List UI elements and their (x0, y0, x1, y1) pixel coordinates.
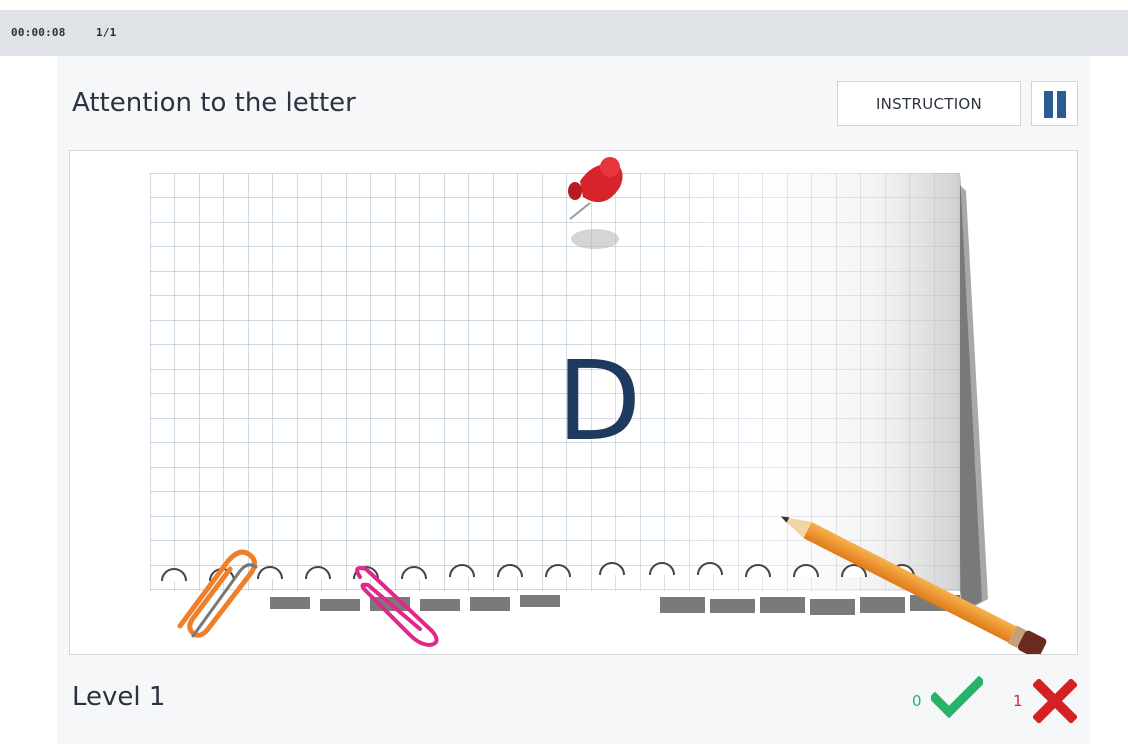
level-label: Level 1 (72, 682, 166, 712)
status-bar: 00:00:08 1/1 (0, 10, 1128, 56)
pause-button[interactable] (1031, 81, 1078, 126)
page-title: Attention to the letter (72, 88, 356, 118)
pause-icon (1044, 91, 1053, 118)
notebook-paper-illustration: D (150, 157, 1047, 654)
game-stage[interactable]: D (69, 150, 1078, 655)
progress-counter: 1/1 (96, 26, 117, 39)
wrong-count: 1 (1013, 692, 1023, 710)
instruction-button[interactable]: INSTRUCTION (837, 81, 1021, 126)
target-letter: D (557, 337, 642, 465)
check-icon (931, 676, 983, 718)
cross-icon (1033, 679, 1077, 723)
timer: 00:00:08 (11, 26, 66, 39)
correct-count: 0 (912, 692, 922, 710)
